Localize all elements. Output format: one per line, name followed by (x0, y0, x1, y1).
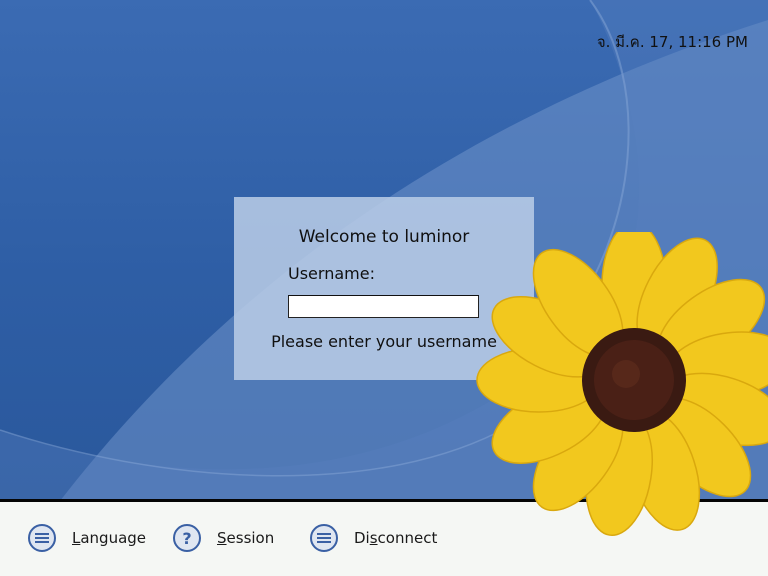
clock: จ. มี.ค. 17, 11:16 PM (596, 33, 748, 51)
disconnect-label: Disconnect (354, 529, 438, 547)
disconnect-button[interactable]: Disconnect (310, 524, 437, 552)
help-icon: ? (173, 524, 201, 552)
menu-icon (28, 524, 56, 552)
language-label: Language (72, 529, 147, 547)
username-label: Username: (288, 264, 375, 283)
menu-icon (310, 524, 338, 552)
language-button[interactable]: Language (28, 524, 146, 552)
sunflower-image (476, 232, 768, 537)
username-input[interactable] (288, 295, 479, 318)
session-button[interactable]: ? Session (173, 524, 274, 552)
session-label: Session (217, 529, 275, 547)
